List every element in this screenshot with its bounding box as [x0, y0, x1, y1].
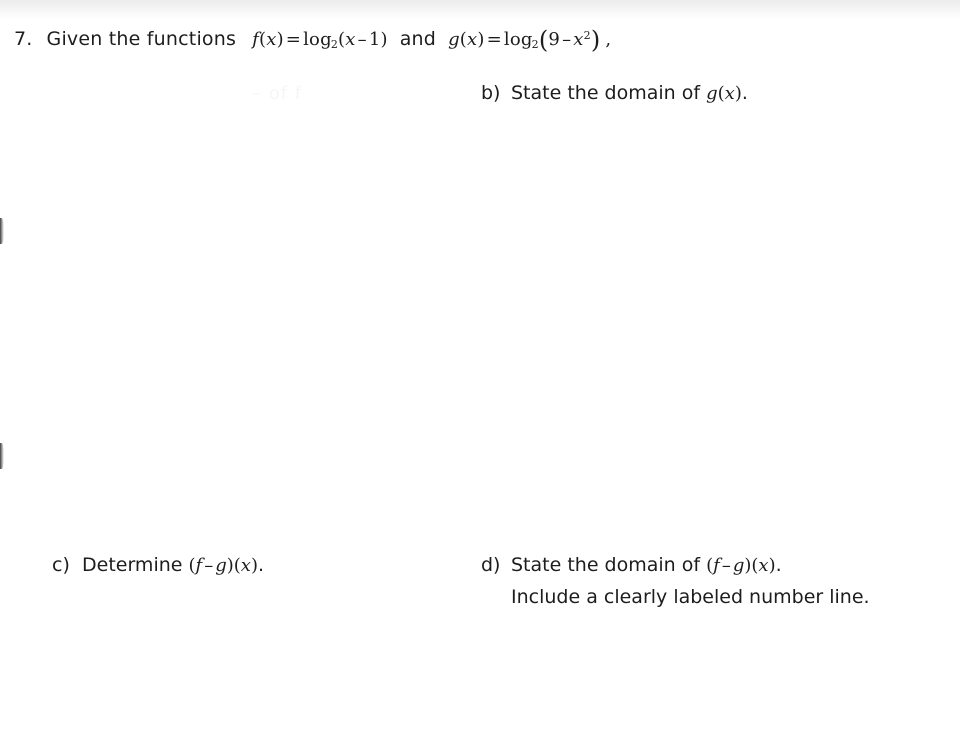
part-c-f: f [195, 555, 203, 576]
part-b-text: State the domain of [511, 82, 707, 104]
question-part-d: d) State the domain of (f – g)(x). Include … [481, 554, 870, 608]
part-d-g: g [732, 555, 745, 576]
part-c-open-paren-1: ( [188, 555, 196, 576]
part-c-close-paren-2: ) [250, 555, 258, 576]
part-b-close-paren: ) [734, 83, 742, 104]
stem-conjunction: and [399, 28, 437, 50]
part-c-g: g [215, 555, 227, 576]
part-c-minus: – [204, 555, 214, 576]
part-c-text: Determine [82, 554, 189, 576]
part-b-open-paren: ( [717, 83, 725, 104]
g-log-base: 2 [531, 38, 539, 51]
f-name: f [252, 29, 259, 50]
part-b-label: b) [481, 82, 501, 104]
function-g-definition: g(x) = log2(9– x2), [448, 26, 612, 54]
g-log: log [503, 29, 533, 50]
part-c-period: . [257, 554, 265, 576]
question-number: 7. [14, 28, 33, 50]
f-inner-close: ) [380, 29, 388, 50]
g-inner-close: ) [590, 26, 601, 54]
scan-top-shade [0, 0, 960, 20]
worksheet-page: – of f · · · · 7. Given the functions f(… [0, 0, 960, 738]
g-inner-const: 9 [548, 29, 561, 50]
f-equals: = [285, 29, 302, 50]
question-stem-words: Given the functions [46, 28, 237, 50]
f-inner-var: x [345, 29, 356, 50]
f-log: log [303, 29, 332, 50]
f-log-base: 2 [330, 38, 339, 51]
g-name: g [448, 29, 460, 50]
f-arg: x [266, 29, 277, 50]
part-c-var: x [240, 555, 251, 576]
g-inner-exponent: 2 [583, 29, 591, 42]
g-arg: x [467, 29, 478, 50]
part-c-expression: (f – g)(x) [189, 555, 258, 576]
f-close-paren: ) [276, 29, 284, 50]
g-close-paren: ) [477, 29, 485, 50]
g-inner-minus: – [562, 29, 572, 50]
f-inner-minus: – [357, 29, 367, 50]
part-d-period: . [775, 554, 782, 576]
part-b-fn: g [706, 83, 718, 104]
question-stem: 7. Given the functions f(x) = log2(x –1) an… [14, 26, 612, 54]
question-part-c: c) Determine (f – g)(x). [52, 554, 264, 576]
part-b-expression: g(x) [706, 83, 742, 104]
part-d-text: State the domain of [511, 554, 707, 576]
g-inner-var: x [573, 29, 584, 50]
part-d-var: x [758, 555, 769, 576]
g-equals: = [486, 29, 502, 50]
part-b-period: . [741, 82, 748, 104]
g-inner-open: ( [538, 26, 549, 54]
part-d-minus: – [721, 555, 731, 576]
ghost-text-artifact: – of f [252, 83, 302, 104]
part-d-expression: (f – g)(x) [706, 555, 775, 576]
scan-edge-mark-upper [0, 218, 4, 244]
part-c-close-paren-1: ) [226, 555, 234, 576]
part-c-open-paren-2: ( [233, 555, 241, 576]
g-open-paren: ( [459, 29, 468, 50]
function-f-definition: f(x) = log2(x –1) [252, 29, 388, 51]
part-d-f: f [713, 555, 720, 576]
part-d-second-line: Include a clearly labeled number line. [511, 586, 870, 608]
part-d-label: d) [481, 554, 501, 576]
ghost-row-artifact: · · · · [516, 113, 813, 129]
part-b-var: x [724, 83, 735, 104]
question-part-b: b) State the domain of g(x). [481, 82, 748, 104]
part-c-label: c) [52, 554, 70, 576]
g-trailing-comma: , [605, 29, 612, 50]
f-inner-const: 1 [368, 29, 381, 50]
part-d-close-paren-2: ) [768, 555, 776, 576]
scan-edge-mark-lower [0, 443, 4, 469]
